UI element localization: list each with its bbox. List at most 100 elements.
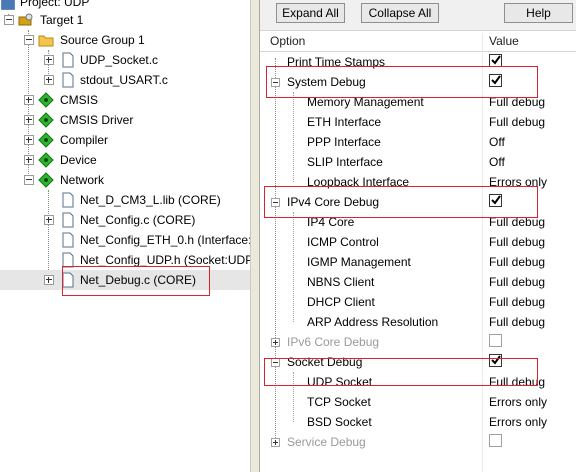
source-group-label: Source Group 1 — [60, 33, 145, 47]
option-row[interactable]: PPP Interface Off — [260, 132, 576, 152]
option-value[interactable]: Full debug — [489, 255, 545, 269]
component-diamond-icon — [38, 92, 54, 108]
option-value[interactable]: Full debug — [489, 235, 545, 249]
collapse-icon[interactable] — [24, 35, 34, 45]
option-row[interactable]: Print Time Stamps — [260, 52, 576, 72]
network-file-label: Net_Config_ETH_0.h (Interface:E — [80, 233, 250, 247]
option-row[interactable]: ICMP Control Full debug — [260, 232, 576, 252]
option-label: Loopback Interface — [307, 175, 410, 189]
collapse-all-button[interactable]: Collapse All — [361, 3, 439, 23]
option-row-group[interactable]: System Debug — [260, 72, 576, 92]
option-value[interactable]: Full debug — [489, 115, 545, 129]
option-row-group[interactable]: IPv4 Core Debug — [260, 192, 576, 212]
tree-file[interactable]: UDP_Socket.c — [0, 50, 250, 70]
file-icon — [62, 232, 74, 248]
tree-target[interactable]: Target 1 — [0, 10, 250, 30]
expand-icon[interactable] — [24, 155, 34, 165]
service-debug-checkbox[interactable] — [489, 434, 502, 447]
option-value[interactable]: Full debug — [489, 95, 545, 109]
tree-group-compiler[interactable]: Compiler — [0, 130, 250, 150]
pane-splitter[interactable] — [250, 0, 260, 472]
option-column-header[interactable]: Option — [270, 34, 305, 48]
option-value[interactable]: Off — [489, 135, 505, 149]
option-label: BSD Socket — [307, 415, 372, 429]
option-value[interactable]: Errors only — [489, 415, 547, 429]
file-icon — [62, 72, 74, 88]
option-label: ETH Interface — [307, 115, 382, 129]
tree-network-file[interactable]: Net_D_CM3_L.lib (CORE) — [0, 190, 250, 210]
option-label: ICMP Control — [307, 235, 379, 249]
option-row[interactable]: BSD Socket Errors only — [260, 412, 576, 432]
target-icon — [18, 13, 33, 26]
group-label: Device — [60, 153, 97, 167]
expand-icon[interactable] — [24, 135, 34, 145]
tree-group-cmsis-driver[interactable]: CMSIS Driver — [0, 110, 250, 130]
option-row-group[interactable]: IPv6 Core Debug — [260, 332, 576, 352]
option-row[interactable]: Loopback Interface Errors only — [260, 172, 576, 192]
toolbar: Expand All Collapse All Help — [260, 0, 576, 31]
expand-icon[interactable] — [24, 95, 34, 105]
option-row[interactable]: Memory Management Full debug — [260, 92, 576, 112]
option-row-group[interactable]: Socket Debug — [260, 352, 576, 372]
option-row-group[interactable]: Service Debug — [260, 432, 576, 452]
option-value[interactable]: Errors only — [489, 395, 547, 409]
option-row[interactable]: ETH Interface Full debug — [260, 112, 576, 132]
option-label: IGMP Management — [307, 255, 411, 269]
option-label: UDP Socket — [307, 375, 373, 389]
option-value[interactable]: Full debug — [489, 295, 545, 309]
option-value[interactable]: Full debug — [489, 375, 545, 389]
value-column-header[interactable]: Value — [489, 34, 519, 48]
collapse-icon[interactable] — [24, 175, 34, 185]
ipv4-core-debug-checkbox[interactable] — [489, 194, 502, 207]
expand-all-button[interactable]: Expand All — [276, 3, 345, 23]
tree-group-device[interactable]: Device — [0, 150, 250, 170]
option-row[interactable]: NBNS Client Full debug — [260, 272, 576, 292]
tree-network-file[interactable]: Net_Config_UDP.h (Socket:UDP) — [0, 250, 250, 270]
tree-file[interactable]: stdout_USART.c — [0, 70, 250, 90]
help-button[interactable]: Help — [504, 3, 573, 23]
option-row[interactable]: DHCP Client Full debug — [260, 292, 576, 312]
collapse-icon[interactable] — [4, 15, 14, 25]
tree-network-file[interactable]: Net_Config.c (CORE) — [0, 210, 250, 230]
option-row[interactable]: IGMP Management Full debug — [260, 252, 576, 272]
option-row[interactable]: IP4 Core Full debug — [260, 212, 576, 232]
tree-group-cmsis[interactable]: CMSIS — [0, 90, 250, 110]
component-diamond-icon — [38, 112, 54, 128]
file-icon — [62, 52, 74, 68]
option-row[interactable]: UDP Socket Full debug — [260, 372, 576, 392]
option-label: NBNS Client — [307, 275, 375, 289]
expand-icon[interactable] — [271, 438, 280, 447]
expand-icon[interactable] — [44, 55, 54, 65]
print-time-stamps-checkbox[interactable] — [489, 54, 502, 67]
collapse-icon[interactable] — [271, 198, 280, 207]
tree-group-network[interactable]: Network — [0, 170, 250, 190]
group-label: CMSIS Driver — [60, 113, 134, 127]
option-value[interactable]: Off — [489, 155, 505, 169]
system-debug-checkbox[interactable] — [489, 74, 502, 87]
ipv6-core-debug-checkbox[interactable] — [489, 334, 502, 347]
file-icon — [62, 212, 74, 228]
option-label: ARP Address Resolution — [307, 315, 439, 329]
component-diamond-icon — [38, 132, 54, 148]
option-row[interactable]: ARP Address Resolution Full debug — [260, 312, 576, 332]
socket-debug-checkbox[interactable] — [489, 354, 502, 367]
tree-network-file[interactable]: Net_Config_ETH_0.h (Interface:E — [0, 230, 250, 250]
option-value[interactable]: Full debug — [489, 315, 545, 329]
tree-network-file-selected[interactable]: Net_Debug.c (CORE) — [0, 270, 250, 290]
expand-icon[interactable] — [44, 215, 54, 225]
collapse-icon[interactable] — [271, 78, 280, 87]
expand-icon[interactable] — [24, 115, 34, 125]
expand-icon[interactable] — [44, 75, 54, 85]
option-row[interactable]: TCP Socket Errors only — [260, 392, 576, 412]
tree-source-group[interactable]: Source Group 1 — [0, 30, 250, 50]
option-value[interactable]: Full debug — [489, 215, 545, 229]
option-row[interactable]: SLIP Interface Off — [260, 152, 576, 172]
collapse-icon[interactable] — [271, 358, 280, 367]
expand-icon[interactable] — [271, 338, 280, 347]
option-label: Print Time Stamps — [287, 55, 386, 69]
option-value[interactable]: Errors only — [489, 175, 547, 189]
option-value[interactable]: Full debug — [489, 275, 545, 289]
expand-icon[interactable] — [44, 275, 54, 285]
option-label: IPv6 Core Debug — [287, 335, 380, 349]
group-label: Network — [60, 173, 105, 187]
